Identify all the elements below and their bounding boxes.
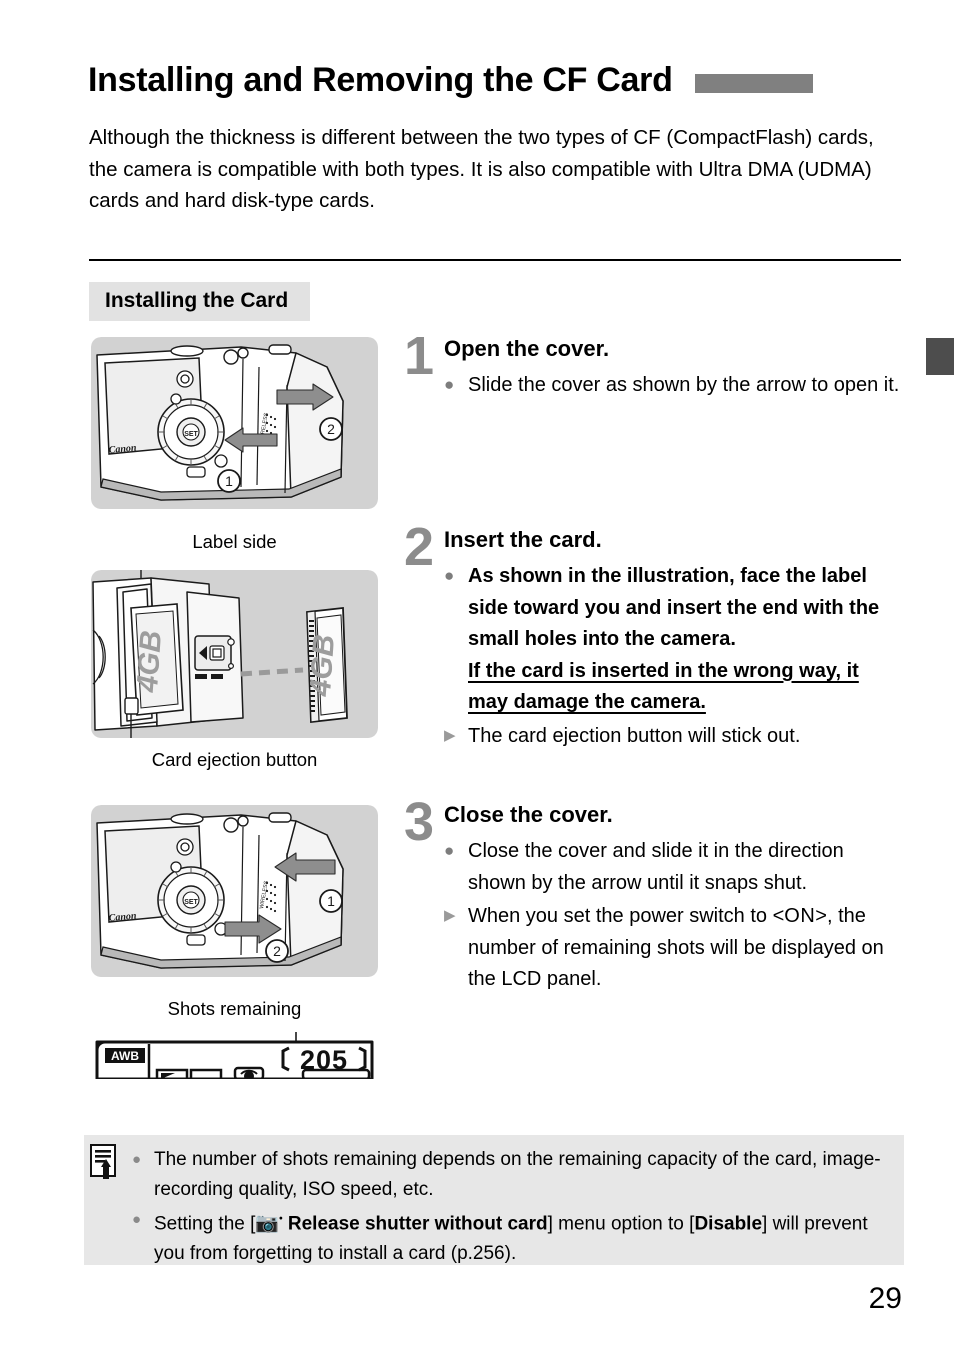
title-accent-bar	[694, 74, 813, 94]
bullet-text: Slide the cover as shown by the arrow to…	[468, 374, 900, 397]
bullet-item: ▶ When you set the power switch to <ON>,…	[444, 901, 904, 996]
menu-option-value: Disable	[694, 1213, 763, 1235]
bullet-text-warning: If the card is inserted in the wrong way…	[468, 659, 859, 714]
caption-label-side: Label side	[192, 531, 277, 552]
step-3-title: Close the cover.	[444, 802, 613, 827]
page-number: 29	[868, 1282, 902, 1315]
page-title-row: Installing and Removing the CF Card	[88, 61, 903, 99]
note-middle: ] menu option to [	[547, 1213, 695, 1235]
note-text: The number of shots remaining depends on…	[154, 1149, 881, 1200]
bullet-item: ● As shown in the illustration, face the…	[444, 561, 904, 719]
note-box: ● The number of shots remaining depends …	[84, 1135, 904, 1265]
bullet-dot-icon: ●	[444, 841, 455, 861]
svg-text:4GB: 4GB	[131, 629, 168, 694]
bullet-dot-icon: ●	[132, 1211, 142, 1228]
note-item: ● Setting the [📷• Release shutter withou…	[132, 1205, 890, 1269]
manual-page: Installing and Removing the CF Card Alth…	[0, 0, 954, 1345]
bullet-text: When you set the power switch to <ON>, t…	[468, 901, 904, 996]
bullet-item: ● Close the cover and slide it in the di…	[444, 836, 904, 899]
figure-open-cover: SET Canon WIRELESS 1 2	[91, 337, 378, 509]
caption-shots-remaining: Shots remaining	[167, 998, 302, 1019]
shooting-menu-1-icon: 📷•	[255, 1213, 283, 1235]
step-2-bullets: ● As shown in the illustration, face the…	[444, 561, 904, 752]
power-switch-text-before: When you set the power switch to <	[468, 905, 785, 928]
svg-text:2: 2	[327, 421, 335, 437]
horizontal-rule	[89, 259, 901, 261]
figure-lcd-panel: AWB 205	[91, 1032, 378, 1079]
step-3: 3 Close the cover. ● Close the cover and…	[404, 795, 904, 997]
svg-text:1: 1	[225, 473, 233, 489]
step-1-title: Open the cover.	[444, 336, 610, 361]
memo-note-icon	[90, 1144, 120, 1180]
section-heading: Installing the Card	[89, 282, 311, 321]
figure-insert-card: 4GB 4GB	[91, 570, 378, 738]
bullet-text: The card ejection button will stick out.	[468, 724, 801, 747]
step-3-bullets: ● Close the cover and slide it in the di…	[444, 836, 904, 996]
step-2: 2 Insert the card. ● As shown in the ill…	[404, 520, 904, 753]
bullet-text-main: As shown in the illustration, face the l…	[468, 565, 880, 651]
bullet-dot-icon: ●	[444, 566, 455, 586]
page-title: Installing and Removing the CF Card	[88, 61, 673, 99]
svg-text:SET: SET	[184, 899, 198, 906]
triangle-marker-icon: ▶	[444, 907, 456, 925]
step-2-number: 2	[404, 517, 435, 577]
bullet-item: ● Slide the cover as shown by the arrow …	[444, 370, 904, 402]
note-items: ● The number of shots remaining depends …	[132, 1145, 890, 1269]
bullet-dot-icon: ●	[132, 1151, 142, 1168]
step-1: 1 Open the cover. ● Slide the cover as s…	[404, 329, 904, 403]
chapter-edge-tab	[926, 338, 954, 375]
svg-text:1: 1	[327, 893, 335, 909]
step-1-bullets: ● Slide the cover as shown by the arrow …	[444, 370, 904, 402]
svg-text:2: 2	[273, 943, 281, 959]
bullet-text: Close the cover and slide it in the dire…	[468, 840, 844, 894]
step-3-number: 3	[404, 792, 435, 852]
step-1-number: 1	[404, 326, 435, 386]
note-text: Setting the [📷• Release shutter without …	[154, 1205, 890, 1269]
svg-text:AWB: AWB	[111, 1049, 139, 1063]
note-prefix: Setting the [	[154, 1213, 256, 1235]
svg-text:SET: SET	[184, 431, 198, 438]
bullet-text: As shown in the illustration, face the l…	[468, 561, 904, 719]
note-item: ● The number of shots remaining depends …	[132, 1145, 890, 1205]
svg-text:4GB: 4GB	[304, 633, 341, 698]
figure-close-cover: SET Canon WIRELESS 1 2	[91, 805, 378, 977]
intro-paragraph: Although the thickness is different betw…	[89, 126, 874, 212]
menu-option-name: Release shutter without card	[287, 1213, 548, 1235]
power-on-label: ON	[784, 905, 816, 928]
triangle-marker-icon: ▶	[444, 726, 456, 744]
step-2-title: Insert the card.	[444, 527, 602, 552]
bullet-dot-icon: ●	[444, 375, 455, 395]
bullet-item: ▶ The card ejection button will stick ou…	[444, 721, 904, 753]
caption-card-ejection-button: Card ejection button	[151, 749, 318, 770]
